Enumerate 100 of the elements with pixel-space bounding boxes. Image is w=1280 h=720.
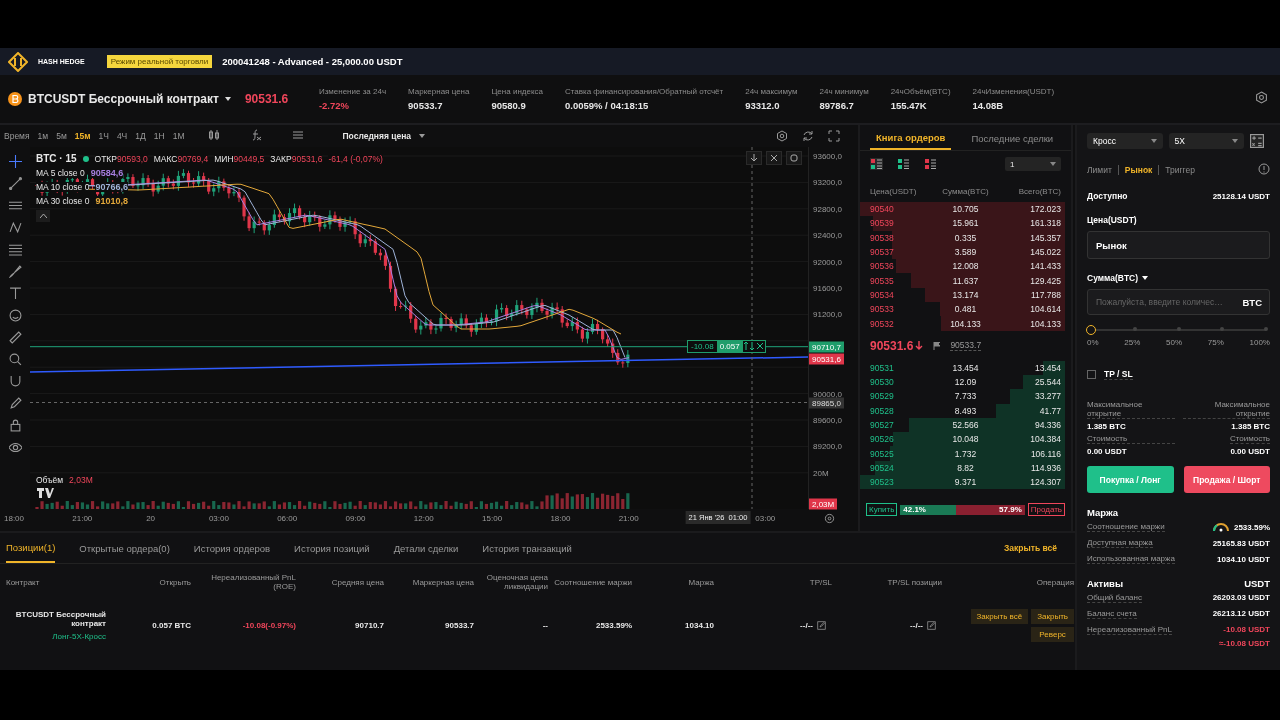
margin-label: Соотношение маржи [1087,522,1165,532]
book-total: 145.357 [1029,232,1061,243]
positions-tab[interactable]: Детали сделки [393,534,459,562]
book-price[interactable]: 90529 [870,391,934,402]
book-amount: 12.008 [951,261,980,272]
precision-dropdown[interactable]: 1 [1005,157,1061,171]
ohlc-label: ОТКР [94,153,117,164]
interval-tab[interactable]: 15м [74,131,91,141]
pnl-value: -10.08 [690,341,715,352]
ohlc-value: 90769,4 [177,153,209,164]
time-tick: 06:00 [277,514,298,523]
interval-tab[interactable]: 5м [56,131,67,141]
table-cell: 0.057 BTC [152,620,191,630]
action-button[interactable]: Закрыть [1031,608,1074,624]
asset-value: 26213.12 USDT [1212,609,1270,618]
book-price[interactable]: 90530 [870,377,934,388]
book-price[interactable]: 90540 [870,204,934,215]
book-total: 106.116 [1029,448,1061,459]
book-price[interactable]: 90534 [870,289,934,300]
order-book-row[interactable]: 90523 9.371 124.307 [860,475,1065,490]
indicator-label: MA 5 close 0 [36,168,85,178]
asset-value: -10.08 USDT [1223,625,1270,634]
book-last-price: 90531.6 [870,338,914,353]
margin-label: Доступная маржа [1087,538,1153,548]
leverage-dropdown[interactable]: 5X [1168,133,1244,149]
book-amount: 3.589 [953,247,978,258]
positions-tab[interactable]: История позиций [294,534,370,562]
price-field[interactable]: Рынок [1087,231,1270,259]
book-tab[interactable]: Последние сделки [965,131,1060,150]
book-amount: 8.82 [956,462,975,473]
book-amount: 104.133 [949,318,982,329]
time-tick: 21:00 [72,514,93,523]
book-price[interactable]: 90536 [870,261,934,272]
price-tick: 93600,0 [813,151,842,161]
book-price[interactable]: 90524 [870,462,934,473]
positions-tab[interactable]: История ордеров [193,534,271,562]
price-type-dropdown[interactable]: Последняя цена [342,131,412,141]
stat-value: 14.08B [972,100,1005,111]
symbol-selector[interactable]: BTCUSDT Бессрочный контракт [28,92,219,106]
sell-short-button[interactable]: Продажа / Шорт [1183,466,1270,493]
stat-value: -2.72% [318,100,350,111]
stat-value: 155.47K [890,100,928,111]
interval-tab[interactable]: 1Д [135,131,146,141]
indicator-value: 90584,6 [90,168,124,178]
order-type-tab[interactable]: Рынок [1117,165,1153,175]
order-book-row[interactable]: 90540 10.705 172.023 [860,202,1065,217]
margin-mode-dropdown[interactable]: Кросс [1087,133,1163,149]
book-amount: 1.732 [953,448,978,459]
book-amount: 11.637 [951,275,980,286]
book-amount: 10.048 [951,434,980,445]
interval-tab[interactable]: 1м [37,131,49,141]
action-button[interactable]: Закрыть всё [970,608,1029,624]
asset-value: 26203.03 USDT [1212,593,1270,602]
book-price[interactable]: 90531 [870,362,934,373]
table-cell: 2533.59% [595,620,632,630]
book-price[interactable]: 90532 [870,318,934,329]
stat-label: 24ч максимум [745,87,798,96]
positions-tab[interactable]: История транзакций [482,534,572,562]
book-price[interactable]: 90527 [870,420,934,430]
time-tick: 18:00 [550,514,571,523]
book-total: 104.614 [1029,304,1061,315]
book-price[interactable]: 90525 [870,448,934,459]
book-price[interactable]: 90537 [870,247,934,258]
price-tag: 89865,0 [809,397,844,408]
cost-label: Стоимость [1087,434,1175,444]
interval-tab[interactable]: 1М [172,131,185,141]
slider-mark: 50% [1166,338,1183,347]
price-tick: 91200,0 [813,309,842,319]
book-total: 13.454 [1034,362,1061,373]
action-button[interactable]: Реверс [1031,626,1074,642]
book-total: 41.77 [1038,405,1061,416]
book-price[interactable]: 90535 [870,275,934,286]
interval-tab[interactable]: 4Ч [116,131,128,141]
book-price[interactable]: 90538 [870,232,934,243]
interval-tab[interactable]: 1Ч [98,131,109,141]
book-amount: 15.961 [951,218,980,229]
amount-label[interactable]: Сумма(BTC) [1087,273,1139,283]
positions-tab[interactable]: Открытые ордера(0) [79,534,170,562]
order-type-tab[interactable]: Лимит [1087,165,1112,175]
book-price[interactable]: 90526 [870,434,934,445]
stat-value: 90533.7 [408,100,444,111]
order-type-tab[interactable]: Триггер [1158,165,1195,175]
time-tick: 15:00 [482,514,503,523]
table-cell: 90710.7 [355,620,384,630]
stat-label: Маркерная цена [408,87,470,96]
time-label: Время [4,131,30,141]
price-chart[interactable]: BTC · 15 ОТКР90593,0 МАКС90769,4 МИН90449,5 ЗАКР90531,6 -61,4 (-0,07%) MA 5 close 0 90584,6 MA 10 close 0 90766,6 MA 30 close 0 91010,8 -10.08 0.057 Объём 2,03M [30,147,808,509]
book-price[interactable]: 90528 [870,405,934,416]
indicator-label: MA 10 close 0 [36,182,90,192]
book-tab[interactable]: Книга ордеров [870,131,952,150]
max-open-value: 1.385 BTC [1087,422,1127,431]
book-price[interactable]: 90539 [870,218,934,229]
book-price[interactable]: 90523 [870,477,934,488]
book-price[interactable]: 90533 [870,304,934,315]
stat-label: Ставка финансирования/Обратный отсчёт [564,87,724,96]
close-all-link[interactable]: Закрыть всё [1004,543,1057,553]
interval-tab[interactable]: 1Н [153,131,165,141]
price-tick: 89600,0 [813,415,842,425]
positions-tab[interactable]: Позиции(1) [6,533,56,563]
position-tag[interactable]: -10.08 0.057 [687,340,766,353]
